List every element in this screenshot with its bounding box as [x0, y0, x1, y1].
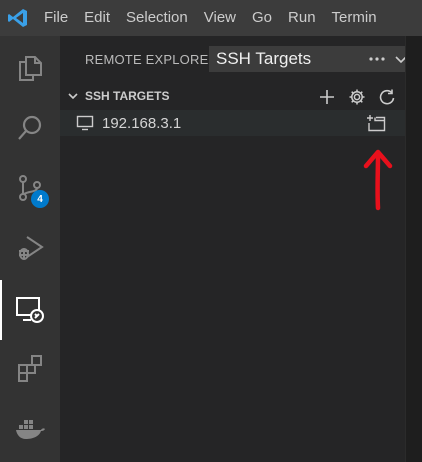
menu-run[interactable]: Run [280, 0, 324, 36]
source-control-badge: 4 [31, 190, 49, 208]
activity-docker[interactable] [0, 398, 60, 458]
connect-in-new-window-button[interactable] [365, 112, 387, 134]
ssh-host-row[interactable]: 192.168.3.1 [60, 110, 405, 136]
sidebar-title: REMOTE EXPLORER [85, 51, 219, 67]
monitor-icon [75, 113, 95, 133]
ssh-host-label: 192.168.3.1 [102, 114, 182, 132]
menu-go[interactable]: Go [244, 0, 280, 36]
refresh-icon [379, 89, 395, 105]
menu-terminal[interactable]: Termin [324, 0, 385, 36]
activity-remote-explorer[interactable] [0, 280, 60, 340]
annotation-arrow-icon [363, 149, 393, 211]
activity-explorer[interactable] [0, 38, 60, 98]
open-in-new-window-icon [367, 115, 386, 132]
ssh-targets-section-title: SSH TARGETS [85, 89, 170, 103]
configure-button[interactable] [346, 86, 368, 108]
vscode-logo-icon [0, 0, 36, 36]
docker-icon [16, 420, 45, 439]
menu-edit[interactable]: Edit [76, 0, 118, 36]
remote-target-select-value: SSH Targets [216, 49, 312, 68]
menu-selection[interactable]: Selection [118, 0, 196, 36]
add-icon [320, 90, 334, 104]
activity-source-control[interactable]: 4 [0, 158, 60, 218]
more-icon [369, 57, 385, 61]
menu-view[interactable]: View [196, 0, 244, 36]
remote-explorer-icon [16, 297, 44, 323]
chevron-down-icon [65, 88, 81, 104]
explorer-icon [19, 56, 42, 81]
search-icon [18, 115, 42, 140]
editor-area [405, 36, 422, 462]
more-actions-button[interactable] [366, 48, 388, 70]
run-debug-icon [19, 236, 44, 260]
add-target-button[interactable] [316, 86, 338, 108]
sidebar: REMOTE EXPLORER SSH Targets SSH TARGETS [60, 36, 418, 462]
activity-bar: 4 [0, 36, 60, 462]
refresh-button[interactable] [376, 86, 398, 108]
settings-gear-icon [349, 89, 365, 105]
menu-file[interactable]: File [36, 0, 76, 36]
activity-run-debug[interactable] [0, 218, 60, 278]
activity-search[interactable] [0, 98, 60, 158]
extensions-icon [18, 355, 42, 382]
menu-bar: File Edit Selection View Go Run Termin [0, 0, 422, 36]
activity-extensions[interactable] [0, 338, 60, 398]
ssh-targets-section-header[interactable]: SSH TARGETS [60, 84, 405, 108]
